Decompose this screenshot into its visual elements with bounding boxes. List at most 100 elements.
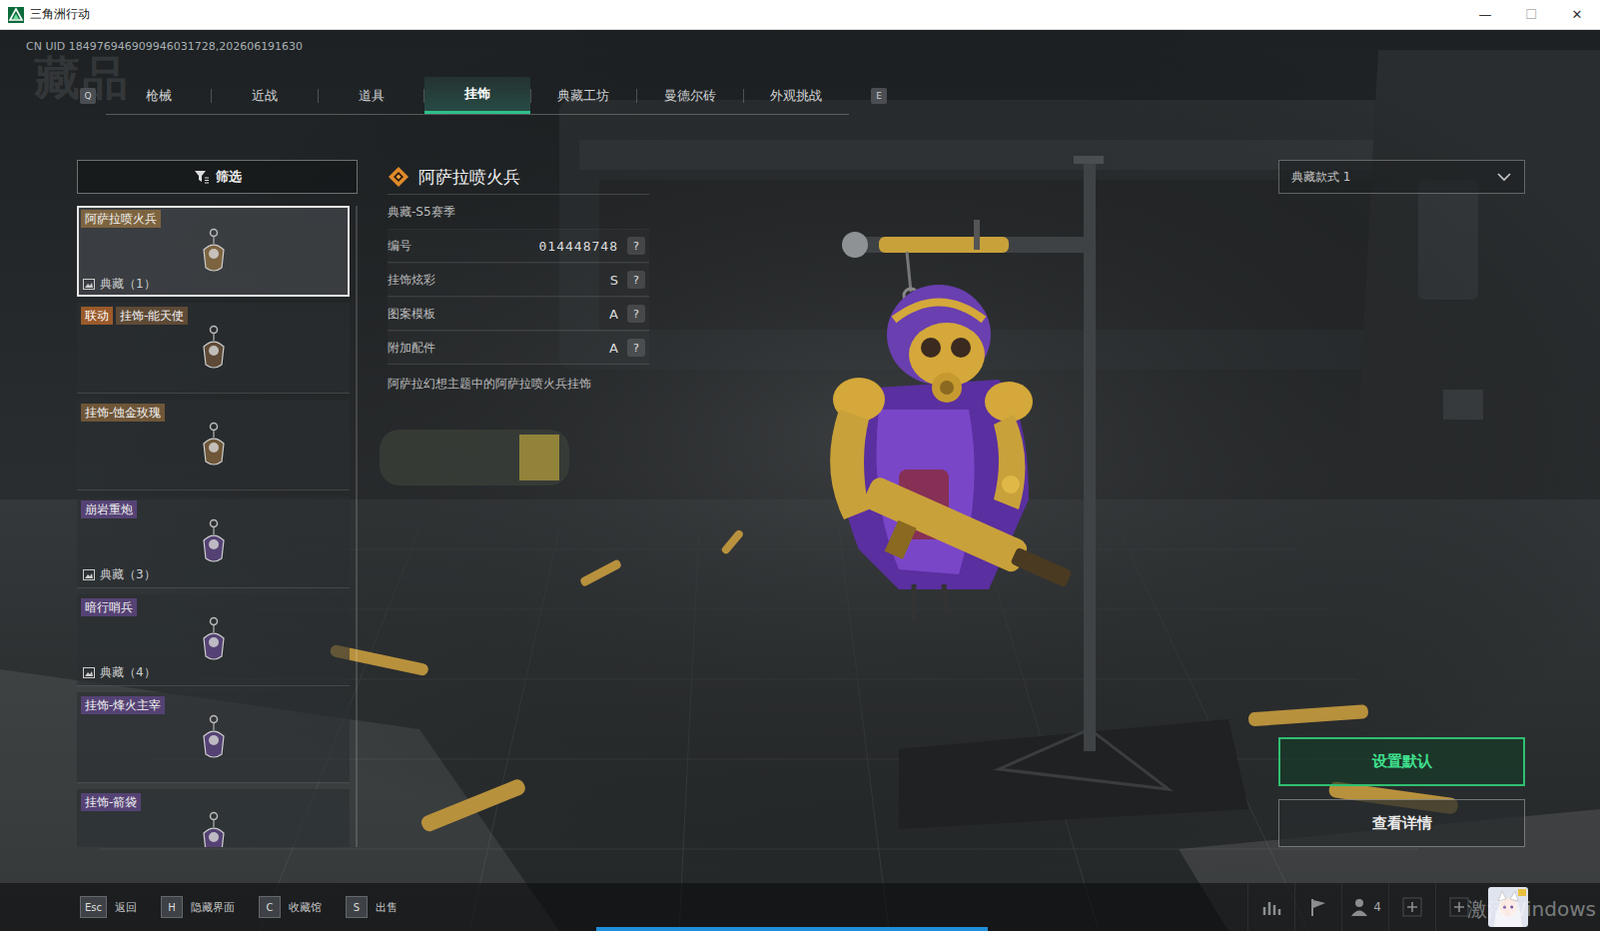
item-thumb xyxy=(80,518,346,567)
key-hint-label: 收藏馆 xyxy=(288,899,322,915)
key-cap: S xyxy=(345,895,368,918)
charm-item[interactable]: 崩岩重炮典藏（3） xyxy=(76,496,350,589)
item-count: 典藏（1） xyxy=(99,275,156,293)
key-hint-label: 隐藏界面 xyxy=(190,899,235,915)
charm-item[interactable]: 阿萨拉喷火兵典藏（1） xyxy=(76,205,350,297)
key-cap: C xyxy=(258,895,281,918)
minimize-button[interactable]: — xyxy=(1462,0,1509,29)
tab[interactable]: 道具 xyxy=(318,76,424,114)
party-count: 4 xyxy=(1373,899,1382,914)
collection-icon xyxy=(82,667,95,679)
charm-item[interactable]: 挂饰-蚀金玫瑰 xyxy=(76,399,350,491)
key-hint[interactable]: H隐藏界面 xyxy=(160,895,235,918)
charm-item[interactable]: 暗行哨兵典藏（4） xyxy=(76,594,350,687)
tab[interactable]: 典藏工坊 xyxy=(531,76,637,114)
app-logo-icon xyxy=(7,6,24,23)
detail-row: 挂饰炫彩S? xyxy=(387,262,650,297)
key-hint[interactable]: C 收藏馆 xyxy=(258,895,322,918)
item-count: 典藏（3） xyxy=(99,566,156,584)
item-thumb xyxy=(80,421,346,470)
help-button[interactable]: ? xyxy=(627,304,646,323)
item-count: 典藏（4） xyxy=(99,664,156,682)
view-details-button[interactable]: 查看详情 xyxy=(1278,799,1526,847)
list-scrollbar[interactable] xyxy=(355,205,358,847)
help-button[interactable]: ? xyxy=(627,236,646,255)
bottom-bar: Esc返回 H隐藏界面 C 收藏馆 S出售 4 xyxy=(0,882,1600,931)
key-hint[interactable]: Esc返回 xyxy=(79,895,137,918)
item-thumb xyxy=(80,810,346,847)
prev-tab-key[interactable]: Q xyxy=(79,87,96,104)
plus-icon xyxy=(1449,896,1470,917)
tab-divider xyxy=(210,88,212,103)
rarity-diamond-icon xyxy=(387,165,410,188)
charm-icon xyxy=(193,421,234,470)
party-icon xyxy=(1349,896,1370,917)
detail-value: A xyxy=(609,340,619,356)
item-name-row: 挂饰-烽火主宰 xyxy=(80,696,346,715)
tab[interactable]: 外观挑战 xyxy=(744,76,849,114)
item-thumb xyxy=(80,227,346,276)
filter-label: 筛选 xyxy=(215,167,242,186)
item-name: 挂饰-烽火主宰 xyxy=(80,696,165,715)
tab-divider xyxy=(636,88,638,103)
detail-subtitle-row: 典藏-S5赛季 xyxy=(387,194,650,229)
charm-item[interactable]: 联动挂饰-能天使 xyxy=(76,302,350,394)
key-hint-label: 返回 xyxy=(114,899,137,915)
item-name-row: 暗行哨兵 xyxy=(80,598,346,617)
window-title: 三角洲行动 xyxy=(29,5,90,23)
next-tab-key[interactable]: E xyxy=(870,87,887,104)
item-name: 挂饰-箭袋 xyxy=(80,793,141,811)
filter-icon xyxy=(193,169,210,184)
tab[interactable]: 近战 xyxy=(211,76,317,114)
help-button[interactable]: ? xyxy=(627,338,646,357)
item-name-row: 挂饰-蚀金玫瑰 xyxy=(80,403,346,422)
maximize-button[interactable]: ☐ xyxy=(1508,0,1555,29)
action-panel: 典藏款式 1 设置默认查看详情 xyxy=(1278,159,1526,847)
close-button[interactable]: ✕ xyxy=(1554,0,1600,29)
item-thumb xyxy=(80,616,346,665)
item-name: 暗行哨兵 xyxy=(80,598,137,617)
tab-bar: Q 枪械近战道具挂饰典藏工坊曼德尔砖外观挑战 E xyxy=(0,76,1600,115)
style-dropdown[interactable]: 典藏款式 1 xyxy=(1278,159,1526,194)
item-name-row: 挂饰-箭袋 xyxy=(80,793,346,811)
plus-button[interactable] xyxy=(1388,882,1436,931)
item-count-row: 典藏（1） xyxy=(80,275,346,293)
title-bar: 三角洲行动 —☐✕ xyxy=(0,0,1600,30)
charm-item[interactable]: 挂饰-烽火主宰 xyxy=(76,692,350,784)
item-list-wrap: 阿萨拉喷火兵典藏（1）联动挂饰-能天使挂饰-蚀金玫瑰崩岩重炮典藏（3）暗行哨兵典… xyxy=(76,205,358,847)
help-button[interactable]: ? xyxy=(627,270,646,289)
indicator-fill xyxy=(596,926,988,931)
bar-chart-button[interactable] xyxy=(1247,882,1295,931)
item-name-row: 崩岩重炮 xyxy=(80,500,346,519)
charm-icon xyxy=(193,714,234,763)
collection-icon xyxy=(82,278,95,290)
detail-label: 编号 xyxy=(387,237,412,255)
item-thumb xyxy=(80,324,346,373)
chevron-down-icon xyxy=(1496,170,1513,183)
key-hint[interactable]: S出售 xyxy=(345,895,398,918)
collab-badge: 联动 xyxy=(80,306,113,325)
set-default-button[interactable]: 设置默认 xyxy=(1278,737,1526,787)
tab[interactable]: 挂饰 xyxy=(424,76,530,114)
charm-icon xyxy=(193,227,234,276)
bar-chart-icon xyxy=(1261,896,1282,917)
detail-row: 编号014448748? xyxy=(387,228,650,263)
tab[interactable]: 枪械 xyxy=(105,76,211,114)
item-name-row: 阿萨拉喷火兵 xyxy=(80,209,346,228)
flag-button[interactable] xyxy=(1294,882,1342,931)
tab-divider xyxy=(317,88,319,103)
item-name-row: 联动挂饰-能天使 xyxy=(80,306,346,325)
detail-label: 挂饰炫彩 xyxy=(387,271,436,289)
flag-icon xyxy=(1308,896,1329,917)
item-name: 崩岩重炮 xyxy=(80,500,137,519)
plus-icon xyxy=(1402,896,1423,917)
item-count-row: 典藏（3） xyxy=(80,566,346,584)
detail-label: 附加配件 xyxy=(387,339,436,357)
charm-icon xyxy=(193,616,234,665)
tab[interactable]: 曼德尔砖 xyxy=(637,76,743,114)
detail-label: 图案模板 xyxy=(387,305,436,323)
filter-button[interactable]: 筛选 xyxy=(76,159,358,194)
party-button[interactable]: 4 xyxy=(1341,882,1389,931)
charm-item[interactable]: 挂饰-箭袋 xyxy=(76,789,350,847)
game-area: 藏品CN UID 184976946909946031728,202606191… xyxy=(0,29,1600,931)
